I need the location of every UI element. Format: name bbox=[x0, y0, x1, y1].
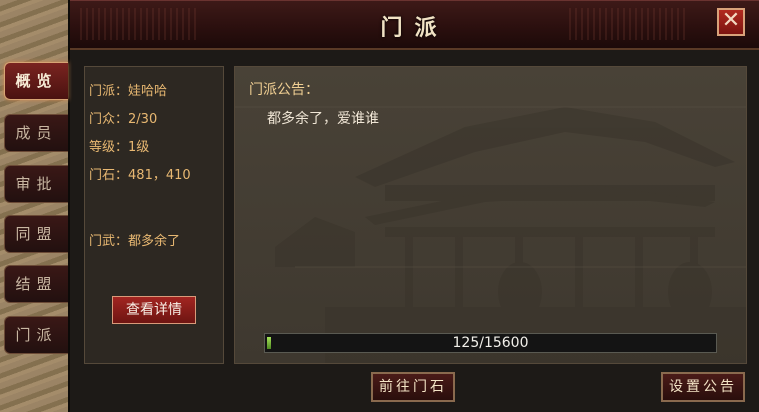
martial-row: 门武：都多余了 bbox=[89, 230, 180, 249]
sect-progress-bar: 125/15600 bbox=[264, 333, 717, 353]
announcement-text: 都多余了，爱谁谁 bbox=[267, 111, 379, 127]
separator: ： bbox=[115, 140, 129, 155]
level-row: 等级：1级 bbox=[89, 136, 149, 155]
tab-members[interactable]: 成员 bbox=[4, 114, 68, 152]
announcement-panel: 门派公告： 都多余了，爱谁谁 bbox=[234, 66, 747, 364]
progress-text: 125/15600 bbox=[452, 335, 529, 351]
tab-sect[interactable]: 门派 bbox=[4, 316, 68, 354]
go-to-sect-stone-button[interactable]: 前往门石 bbox=[371, 372, 455, 402]
sect-name-row: 门派：娃哈哈 bbox=[89, 80, 167, 99]
separator: ： bbox=[115, 112, 129, 127]
tab-form-alliance[interactable]: 结盟 bbox=[4, 265, 68, 303]
level-value: 1级 bbox=[128, 140, 150, 155]
martial-value: 都多余了 bbox=[128, 234, 181, 249]
members-label: 门众 bbox=[89, 112, 116, 127]
separator: ： bbox=[115, 234, 129, 249]
sect-name-label: 门派 bbox=[89, 84, 116, 99]
separator: ： bbox=[115, 168, 129, 183]
members-row: 门众：2/30 bbox=[89, 108, 157, 127]
stone-label: 门石 bbox=[89, 168, 116, 183]
stone-row: 门石：481，410 bbox=[89, 164, 191, 183]
members-value: 2/30 bbox=[128, 112, 158, 127]
separator: ： bbox=[115, 84, 129, 99]
close-icon: ✕ bbox=[721, 8, 741, 33]
tab-approval[interactable]: 审批 bbox=[4, 165, 68, 203]
window-title: 门派 bbox=[380, 15, 449, 41]
sect-name-value: 娃哈哈 bbox=[128, 84, 168, 99]
level-label: 等级 bbox=[89, 140, 116, 155]
tab-alliance[interactable]: 同盟 bbox=[4, 215, 68, 253]
martial-label: 门武 bbox=[89, 234, 116, 249]
set-announcement-button[interactable]: 设置公告 bbox=[661, 372, 745, 402]
view-details-button[interactable]: 查看详情 bbox=[112, 296, 196, 324]
close-button[interactable]: ✕ bbox=[717, 8, 745, 36]
announcement-title: 门派公告： bbox=[249, 82, 319, 98]
title-bar: 门派 ✕ bbox=[70, 0, 759, 50]
stone-value: 481，410 bbox=[128, 168, 191, 183]
sect-info-panel: 门派：娃哈哈 门众：2/30 等级：1级 门石：481，410 门武：都多余了 … bbox=[84, 66, 224, 364]
tab-overview[interactable]: 概览 bbox=[4, 62, 68, 100]
